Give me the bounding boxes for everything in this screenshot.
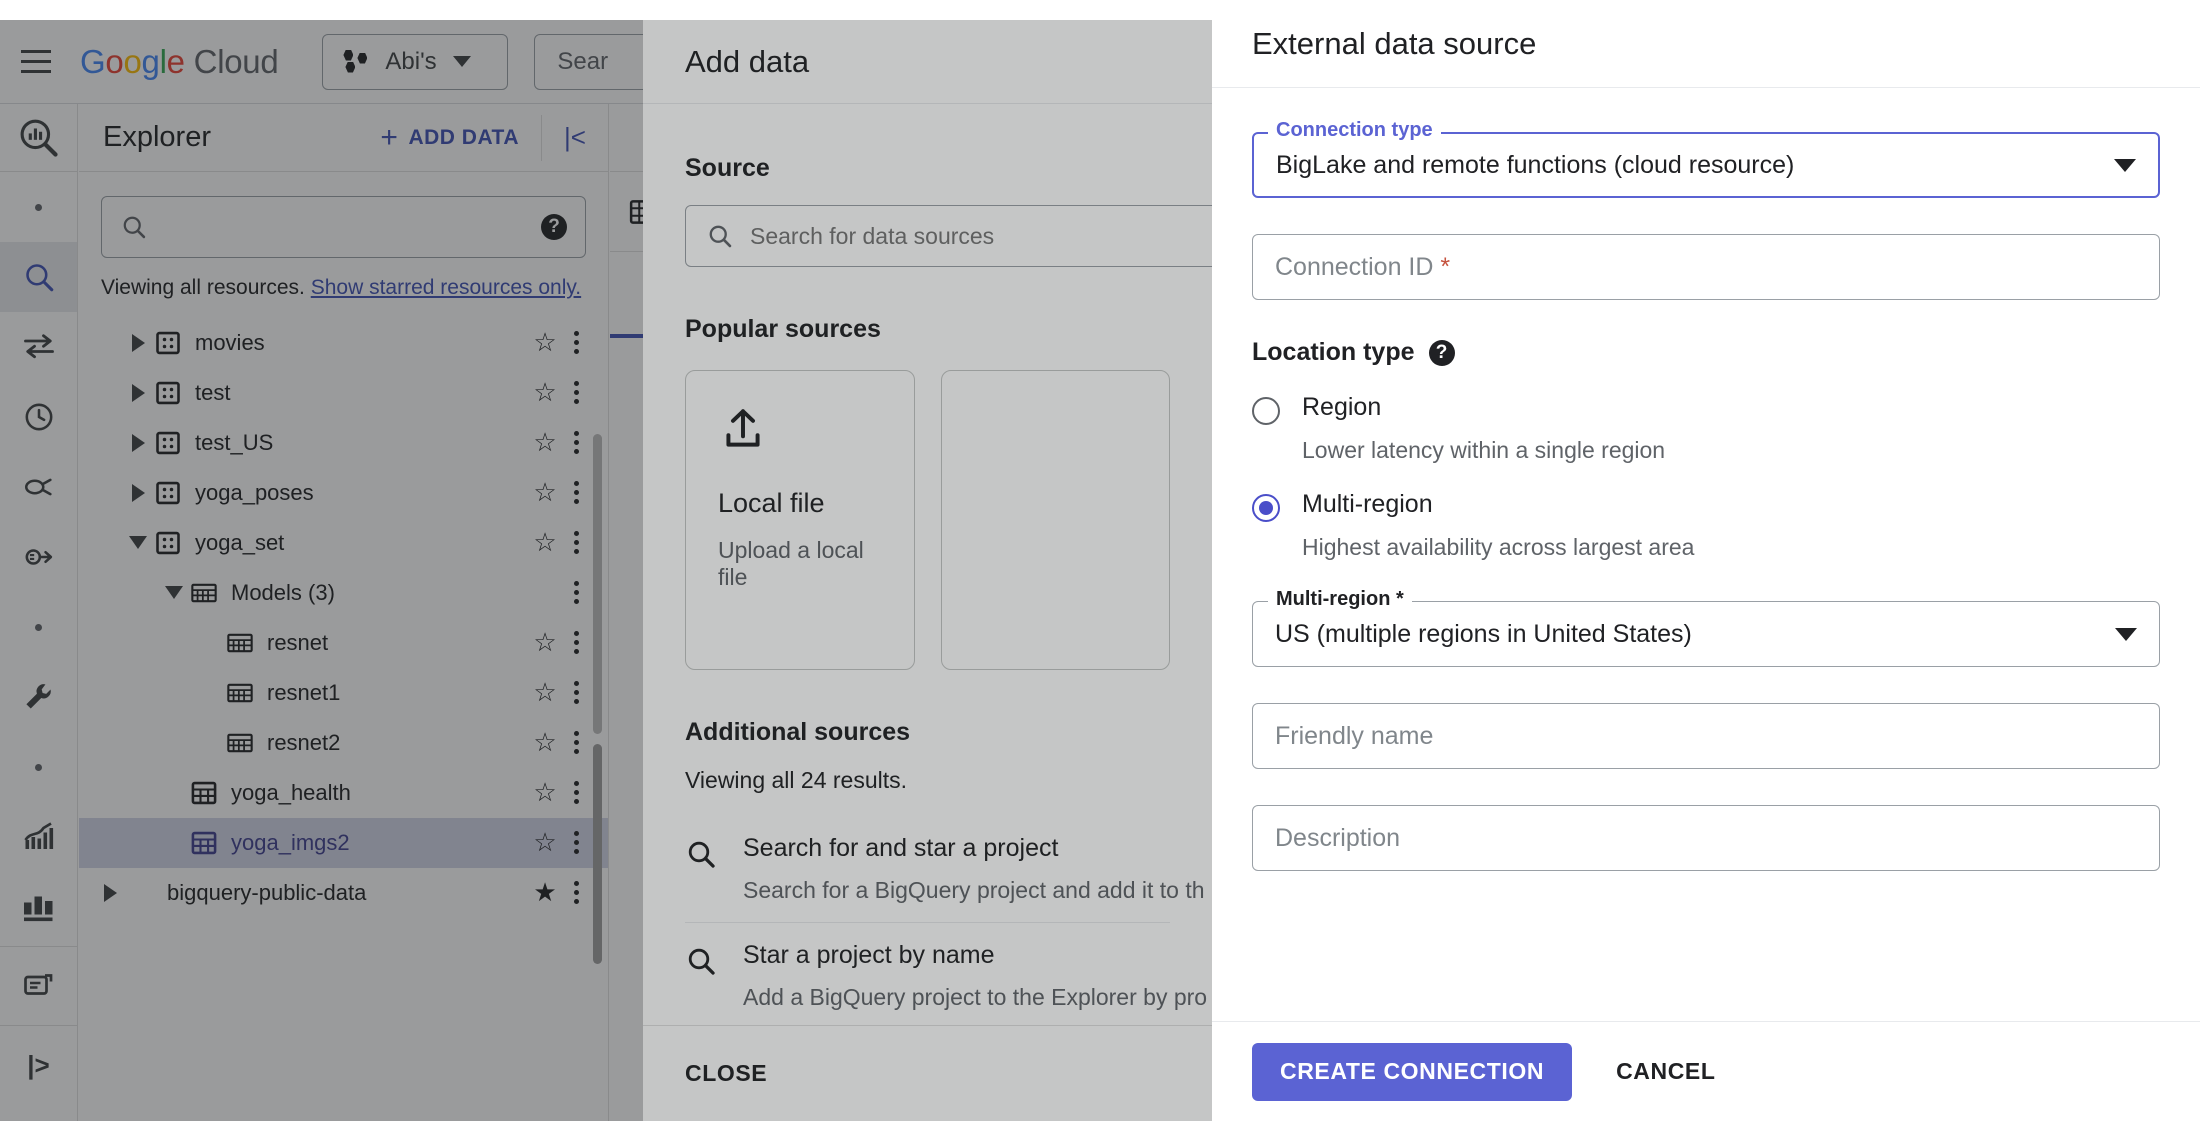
- connection-type-label: Connection type: [1268, 119, 1441, 142]
- required-marker: *: [1440, 253, 1450, 281]
- radio-sub-multi-region: Highest availability across largest area: [1302, 534, 2160, 561]
- required-marker: *: [1396, 588, 1404, 610]
- dialog-footer: CREATE CONNECTION CANCEL: [1212, 1021, 2200, 1121]
- add-data-footer: CLOSE: [643, 1025, 1212, 1121]
- source-heading: Source: [685, 154, 1170, 183]
- additional-sources-heading: Additional sources: [685, 718, 1170, 747]
- source-card-local-file[interactable]: Local file Upload a local file: [685, 370, 915, 670]
- add-data-inner: Add data Source Popular sources: [643, 20, 1212, 1121]
- radio-option-region[interactable]: Region: [1252, 393, 2160, 425]
- list-item-title: Search for and star a project: [743, 834, 1058, 862]
- connection-id-placeholder: Connection ID *: [1275, 253, 2137, 282]
- chevron-down-icon: [2115, 628, 2137, 641]
- connection-id-field: Connection ID *: [1252, 234, 2160, 300]
- description-field: Description: [1252, 805, 2160, 871]
- dialog-title: External data source: [1252, 26, 1536, 62]
- source-card-next[interactable]: [941, 370, 1171, 670]
- search-icon: [685, 941, 717, 1011]
- external-data-source-dialog: External data source BigLake and remote …: [1212, 0, 2200, 1121]
- data-source-search-box[interactable]: [685, 205, 1212, 267]
- list-item[interactable]: Star a project by name Add a BigQuery pr…: [685, 922, 1170, 1029]
- friendly-name-input[interactable]: Friendly name: [1252, 703, 2160, 769]
- description-input[interactable]: Description: [1252, 805, 2160, 871]
- list-item-subtitle: Search for a BigQuery project and add it…: [743, 877, 1205, 904]
- connection-type-field: BigLake and remote functions (cloud reso…: [1252, 132, 2160, 198]
- additional-sources-list: Search for and star a project Search for…: [685, 816, 1170, 1029]
- friendly-name-field: Friendly name: [1252, 703, 2160, 769]
- data-source-search-input[interactable]: [750, 223, 1212, 250]
- multi-region-field: US (multiple regions in United States) M…: [1252, 601, 2160, 667]
- close-button[interactable]: CLOSE: [685, 1060, 767, 1087]
- results-note: Viewing all 24 results.: [685, 767, 1170, 794]
- list-item-title: Star a project by name: [743, 941, 995, 969]
- chevron-down-icon: [2114, 159, 2136, 172]
- upload-icon: [718, 405, 768, 455]
- search-icon: [685, 834, 717, 904]
- connection-type-value: BigLake and remote functions (cloud reso…: [1276, 151, 2114, 180]
- dialog-body: BigLake and remote functions (cloud reso…: [1212, 88, 2200, 871]
- source-card-title: Local file: [718, 488, 882, 519]
- list-item[interactable]: Search for and star a project Search for…: [685, 816, 1170, 922]
- connection-id-input[interactable]: Connection ID *: [1252, 234, 2160, 300]
- radio-icon-selected: [1252, 494, 1280, 522]
- dialog-header: External data source: [1212, 0, 2200, 88]
- radio-label: Multi-region: [1302, 490, 1433, 518]
- radio-icon: [1252, 397, 1280, 425]
- screen-root: GoogleCloud Abi's Sear: [0, 0, 2200, 1121]
- radio-label: Region: [1302, 393, 1381, 421]
- multi-region-value: US (multiple regions in United States): [1275, 620, 2115, 649]
- radio-sub-region: Lower latency within a single region: [1302, 437, 2160, 464]
- help-icon[interactable]: ?: [1429, 340, 1455, 366]
- source-card-subtitle: Upload a local file: [718, 537, 882, 591]
- list-item-subtitle: Add a BigQuery project to the Explorer b…: [743, 984, 1207, 1011]
- cancel-button[interactable]: CANCEL: [1602, 1043, 1729, 1101]
- friendly-name-placeholder: Friendly name: [1275, 722, 2137, 751]
- add-data-body: Source Popular sources Loc: [643, 104, 1212, 1029]
- create-connection-button[interactable]: CREATE CONNECTION: [1252, 1043, 1572, 1101]
- multi-region-label: Multi-region *: [1268, 588, 1412, 611]
- add-data-header: Add data: [643, 20, 1212, 104]
- radio-option-multi-region[interactable]: Multi-region: [1252, 490, 2160, 522]
- search-icon: [706, 222, 734, 250]
- description-placeholder: Description: [1275, 824, 2137, 853]
- location-type-label: Location type ?: [1252, 338, 2160, 367]
- add-data-panel: Add data Source Popular sources: [643, 20, 1212, 1121]
- location-type-text: Location type: [1252, 338, 1415, 367]
- popular-sources-cards: Local file Upload a local file: [685, 370, 1170, 670]
- add-data-title: Add data: [685, 44, 809, 80]
- popular-sources-heading: Popular sources: [685, 315, 1170, 344]
